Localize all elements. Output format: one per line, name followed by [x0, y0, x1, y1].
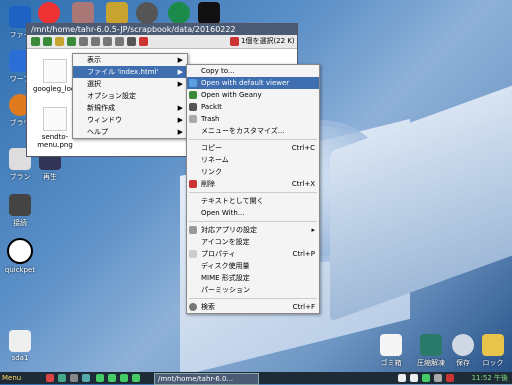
taskbar-window-button[interactable]: /mnt/home/tahr-6.0...: [154, 373, 259, 385]
archive-icon: [420, 334, 442, 356]
submenu-mime[interactable]: MIME 形式設定: [187, 272, 319, 284]
submenu-delete[interactable]: 削除 Ctrl+X: [187, 178, 319, 190]
refresh-icon[interactable]: [67, 37, 76, 46]
desktop-icon-quickpet[interactable]: quickpet: [0, 238, 40, 274]
search-icon: [189, 303, 197, 311]
workspace-1-icon[interactable]: [96, 374, 104, 382]
submenu-permissions[interactable]: パーミッション: [187, 284, 319, 296]
terminal-icon: [198, 2, 220, 24]
desktop-icon-sda1[interactable]: sda1: [0, 330, 40, 362]
file-item[interactable]: sendto-menu.png: [33, 107, 77, 149]
delete-icon: [189, 180, 197, 188]
submenu-customize[interactable]: メニューをカスタマイズ...: [187, 125, 319, 137]
select-grid-icon: [230, 37, 239, 46]
submenu-search[interactable]: 検索 Ctrl+F: [187, 301, 319, 313]
workspace-3-icon[interactable]: [120, 374, 128, 382]
workspace-4-icon[interactable]: [132, 374, 140, 382]
menu-item-select[interactable]: 選択 ▶: [73, 78, 187, 90]
selection-count: 1個を選択(22 K): [241, 37, 295, 45]
packit-icon: [189, 103, 197, 111]
menu-item-new[interactable]: 新規作成 ▶: [73, 102, 187, 114]
menu-separator: [189, 221, 317, 222]
network-tray-icon[interactable]: [398, 374, 406, 382]
desktop-icon-lock[interactable]: ロック: [474, 334, 512, 368]
submenu-open-default[interactable]: Open with default viewer: [187, 77, 319, 89]
home-icon[interactable]: [55, 37, 64, 46]
lifebuoy-icon: [38, 2, 60, 24]
clock[interactable]: 11:52 午後: [472, 372, 508, 384]
save-icon: [452, 334, 474, 356]
submenu-trash[interactable]: Trash: [187, 113, 319, 125]
file-thumbnail: [43, 107, 67, 131]
context-menu: 表示 ▶ ファイル 'index.html' ▶ 選択 ▶ オプション設定 新規作成 ▶…: [72, 53, 188, 139]
submenu-set-icon[interactable]: アイコンを設定: [187, 236, 319, 248]
scale-icon[interactable]: [91, 37, 100, 46]
file-thumbnail: [43, 59, 67, 83]
menu-item-file[interactable]: ファイル 'index.html' ▶: [73, 66, 187, 78]
submenu-open-as-text[interactable]: テキストとして開く: [187, 195, 319, 207]
bug-icon: [106, 2, 128, 24]
drive-tray-icon[interactable]: [434, 374, 442, 382]
editor-launcher-icon[interactable]: [82, 374, 90, 382]
submenu-app-settings[interactable]: 対応アプリの設定 ▸: [187, 224, 319, 236]
menu-separator: [189, 139, 317, 140]
files-launcher-icon[interactable]: [58, 374, 66, 382]
drive-icon: [9, 330, 31, 352]
menu-item-window[interactable]: ウィンドウ ▶: [73, 114, 187, 126]
gear-icon: [136, 2, 158, 24]
cat-icon: [72, 2, 94, 24]
settings-icon: [189, 226, 197, 234]
submenu-properties[interactable]: プロパティ Ctrl+P: [187, 248, 319, 260]
menu-separator: [189, 192, 317, 193]
submenu-open-with[interactable]: Open With...: [187, 207, 319, 219]
submenu-copy-to[interactable]: Copy to...: [187, 65, 319, 77]
alert-tray-icon[interactable]: [446, 374, 454, 382]
list-view-icon[interactable]: [103, 37, 112, 46]
wallpaper-keyboard: [330, 68, 512, 322]
eye-icon[interactable]: [127, 37, 136, 46]
sort-icon[interactable]: [115, 37, 124, 46]
help-icon[interactable]: [139, 37, 148, 46]
lock-icon: [482, 334, 504, 356]
terminal-launcher-icon[interactable]: [70, 374, 78, 382]
desktop-icon-connect[interactable]: 接続: [0, 194, 40, 228]
browser-launcher-icon[interactable]: [46, 374, 54, 382]
submenu-packit[interactable]: PackIt: [187, 101, 319, 113]
menu-item-view[interactable]: 表示 ▶: [73, 54, 187, 66]
submenu-rename[interactable]: リネーム: [187, 154, 319, 166]
workspace-2-icon[interactable]: [108, 374, 116, 382]
zoom-icon[interactable]: [79, 37, 88, 46]
start-menu-button[interactable]: Menu: [2, 372, 46, 384]
up-icon[interactable]: [31, 37, 40, 46]
submenu-copy[interactable]: コピー Ctrl+C: [187, 142, 319, 154]
menu-item-options[interactable]: オプション設定: [73, 90, 187, 102]
volume-tray-icon[interactable]: [410, 374, 418, 382]
submenu-open-geany[interactable]: Open with Geany: [187, 89, 319, 101]
file-submenu: Copy to... Open with default viewer Open…: [186, 64, 320, 314]
geany-icon: [189, 91, 197, 99]
panda-icon: [7, 238, 33, 264]
network-icon: [9, 194, 31, 216]
trash-bin-icon: [380, 334, 402, 356]
desktop-icon-trash[interactable]: ゴミ箱: [372, 334, 410, 368]
file-item[interactable]: googleg_lodp.ico: [33, 59, 92, 93]
trash-icon: [189, 115, 197, 123]
submenu-disk-usage[interactable]: ディスク使用量: [187, 260, 319, 272]
back-icon[interactable]: [43, 37, 52, 46]
toolbar: 1個を選択(22 K): [27, 35, 297, 49]
viewer-icon: [189, 79, 197, 87]
submenu-link[interactable]: リンク: [187, 166, 319, 178]
taskbar: Menu /mnt/home/tahr-6.0... 11:52 午後: [0, 372, 512, 385]
pen-icon: [168, 2, 190, 24]
power-tray-icon[interactable]: [422, 374, 430, 382]
properties-icon: [189, 250, 197, 258]
menu-separator: [189, 298, 317, 299]
window-title[interactable]: /mnt/home/tahr-6.0.5-JP/scrapbook/data/2…: [27, 24, 297, 35]
menu-item-help[interactable]: ヘルプ ▶: [73, 126, 187, 138]
